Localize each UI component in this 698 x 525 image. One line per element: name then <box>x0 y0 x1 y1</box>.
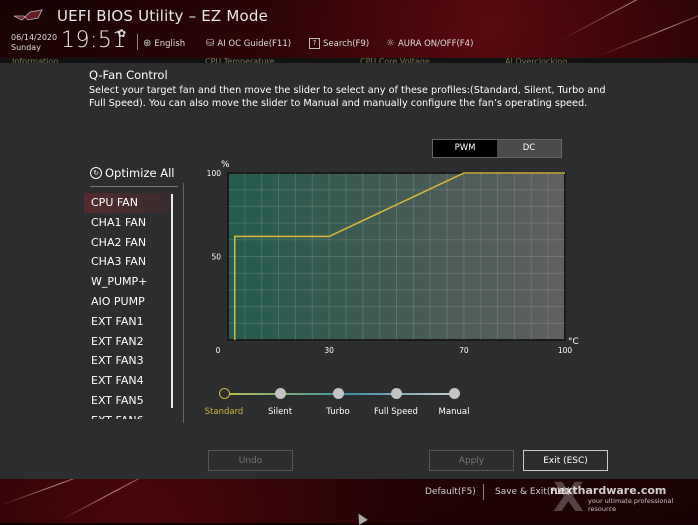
default-button[interactable]: Default(F5) <box>425 487 476 497</box>
x-tick-label: 70 <box>459 346 469 355</box>
language-label: English <box>154 39 185 49</box>
slider-stop-manual[interactable] <box>449 388 460 399</box>
slider-stop-standard[interactable] <box>219 388 230 399</box>
y-tick-label: 100 <box>207 169 222 178</box>
divider <box>137 34 138 50</box>
qfan-title: Q-Fan Control <box>89 68 168 82</box>
fan-curve-chart[interactable]: % °C 0307010050100 <box>200 150 590 360</box>
divider <box>90 186 178 187</box>
ai-oc-guide-label: AI OC Guide(F11) <box>217 39 291 49</box>
ai-oc-guide-button[interactable]: ⛁ AI OC Guide(F11) <box>206 38 291 49</box>
day-text: Sunday <box>11 43 57 53</box>
search-help-icon: ? <box>309 38 320 49</box>
qfan-description: Select your target fan and then move the… <box>89 84 609 110</box>
x-tick-label: 0 <box>216 346 221 355</box>
fan-item-ext-fan3[interactable]: EXT FAN3 <box>84 351 174 371</box>
gear-icon[interactable]: ✿ <box>117 27 126 40</box>
slider-label-manual[interactable]: Manual <box>419 407 489 417</box>
divider <box>483 484 484 500</box>
optimize-icon: ↻ <box>90 167 102 179</box>
fan-item-w-pump[interactable]: W_PUMP+ <box>84 272 174 292</box>
aura-button[interactable]: ☼ AURA ON/OFF(F4) <box>386 38 473 49</box>
fan-item-aio-pump[interactable]: AIO PUMP <box>84 292 174 312</box>
fan-item-ext-fan2[interactable]: EXT FAN2 <box>84 332 174 352</box>
watermark-text: nexthardware.com <box>550 484 666 497</box>
date-text: 06/14/2020 <box>11 33 57 43</box>
ai-oc-guide-icon: ⛁ <box>206 38 214 49</box>
fan-list-scrollbar[interactable] <box>171 194 173 408</box>
top-bar: UEFI BIOS Utility – EZ Mode 06/14/2020 S… <box>0 0 698 60</box>
fan-list: CPU FAN CHA1 FAN CHA2 FAN CHA3 FAN W_PUM… <box>84 193 174 419</box>
search-button[interactable]: ? Search(F9) <box>309 38 369 49</box>
search-label: Search(F9) <box>323 39 369 49</box>
watermark-logo-icon: X <box>553 475 584 521</box>
globe-icon: ⊕ <box>143 38 151 49</box>
fan-item-ext-fan1[interactable]: EXT FAN1 <box>84 312 174 332</box>
undo-button[interactable]: Undo <box>208 450 293 471</box>
y-tick-label: 50 <box>211 253 221 262</box>
fan-item-cha3-fan[interactable]: CHA3 FAN <box>84 252 174 272</box>
watermark-subtext: your ultimate professional resource <box>588 497 698 513</box>
x-tick-label: 30 <box>324 346 334 355</box>
divider <box>183 183 184 423</box>
slider-stop-full-speed[interactable] <box>391 388 402 399</box>
fan-item-cha2-fan[interactable]: CHA2 FAN <box>84 233 174 253</box>
language-button[interactable]: ⊕ English <box>143 38 185 49</box>
profile-slider[interactable]: StandardSilentTurboFull SpeedManual <box>200 385 480 425</box>
slider-stop-turbo[interactable] <box>333 388 344 399</box>
x-tick-label: 100 <box>558 346 573 355</box>
fan-item-ext-fan6[interactable]: EXT FAN6 <box>84 411 174 419</box>
fan-item-ext-fan5[interactable]: EXT FAN5 <box>84 391 174 411</box>
aura-icon: ☼ <box>386 38 395 49</box>
apply-button[interactable]: Apply <box>429 450 514 471</box>
optimize-all-label: Optimize All <box>105 166 174 180</box>
fan-item-cpu-fan[interactable]: CPU FAN <box>84 193 174 213</box>
fan-item-cha1-fan[interactable]: CHA1 FAN <box>84 213 174 233</box>
fan-item-ext-fan4[interactable]: EXT FAN4 <box>84 371 174 391</box>
exit-button[interactable]: Exit (ESC) <box>523 450 608 471</box>
y-axis-label: % <box>221 160 230 170</box>
rog-logo-icon <box>12 6 44 24</box>
date-display: 06/14/2020 Sunday <box>11 33 57 53</box>
aura-label: AURA ON/OFF(F4) <box>398 39 473 49</box>
optimize-all-button[interactable]: ↻ Optimize All <box>90 166 174 180</box>
app-title: UEFI BIOS Utility – EZ Mode <box>57 7 268 25</box>
slider-stop-silent[interactable] <box>275 388 286 399</box>
